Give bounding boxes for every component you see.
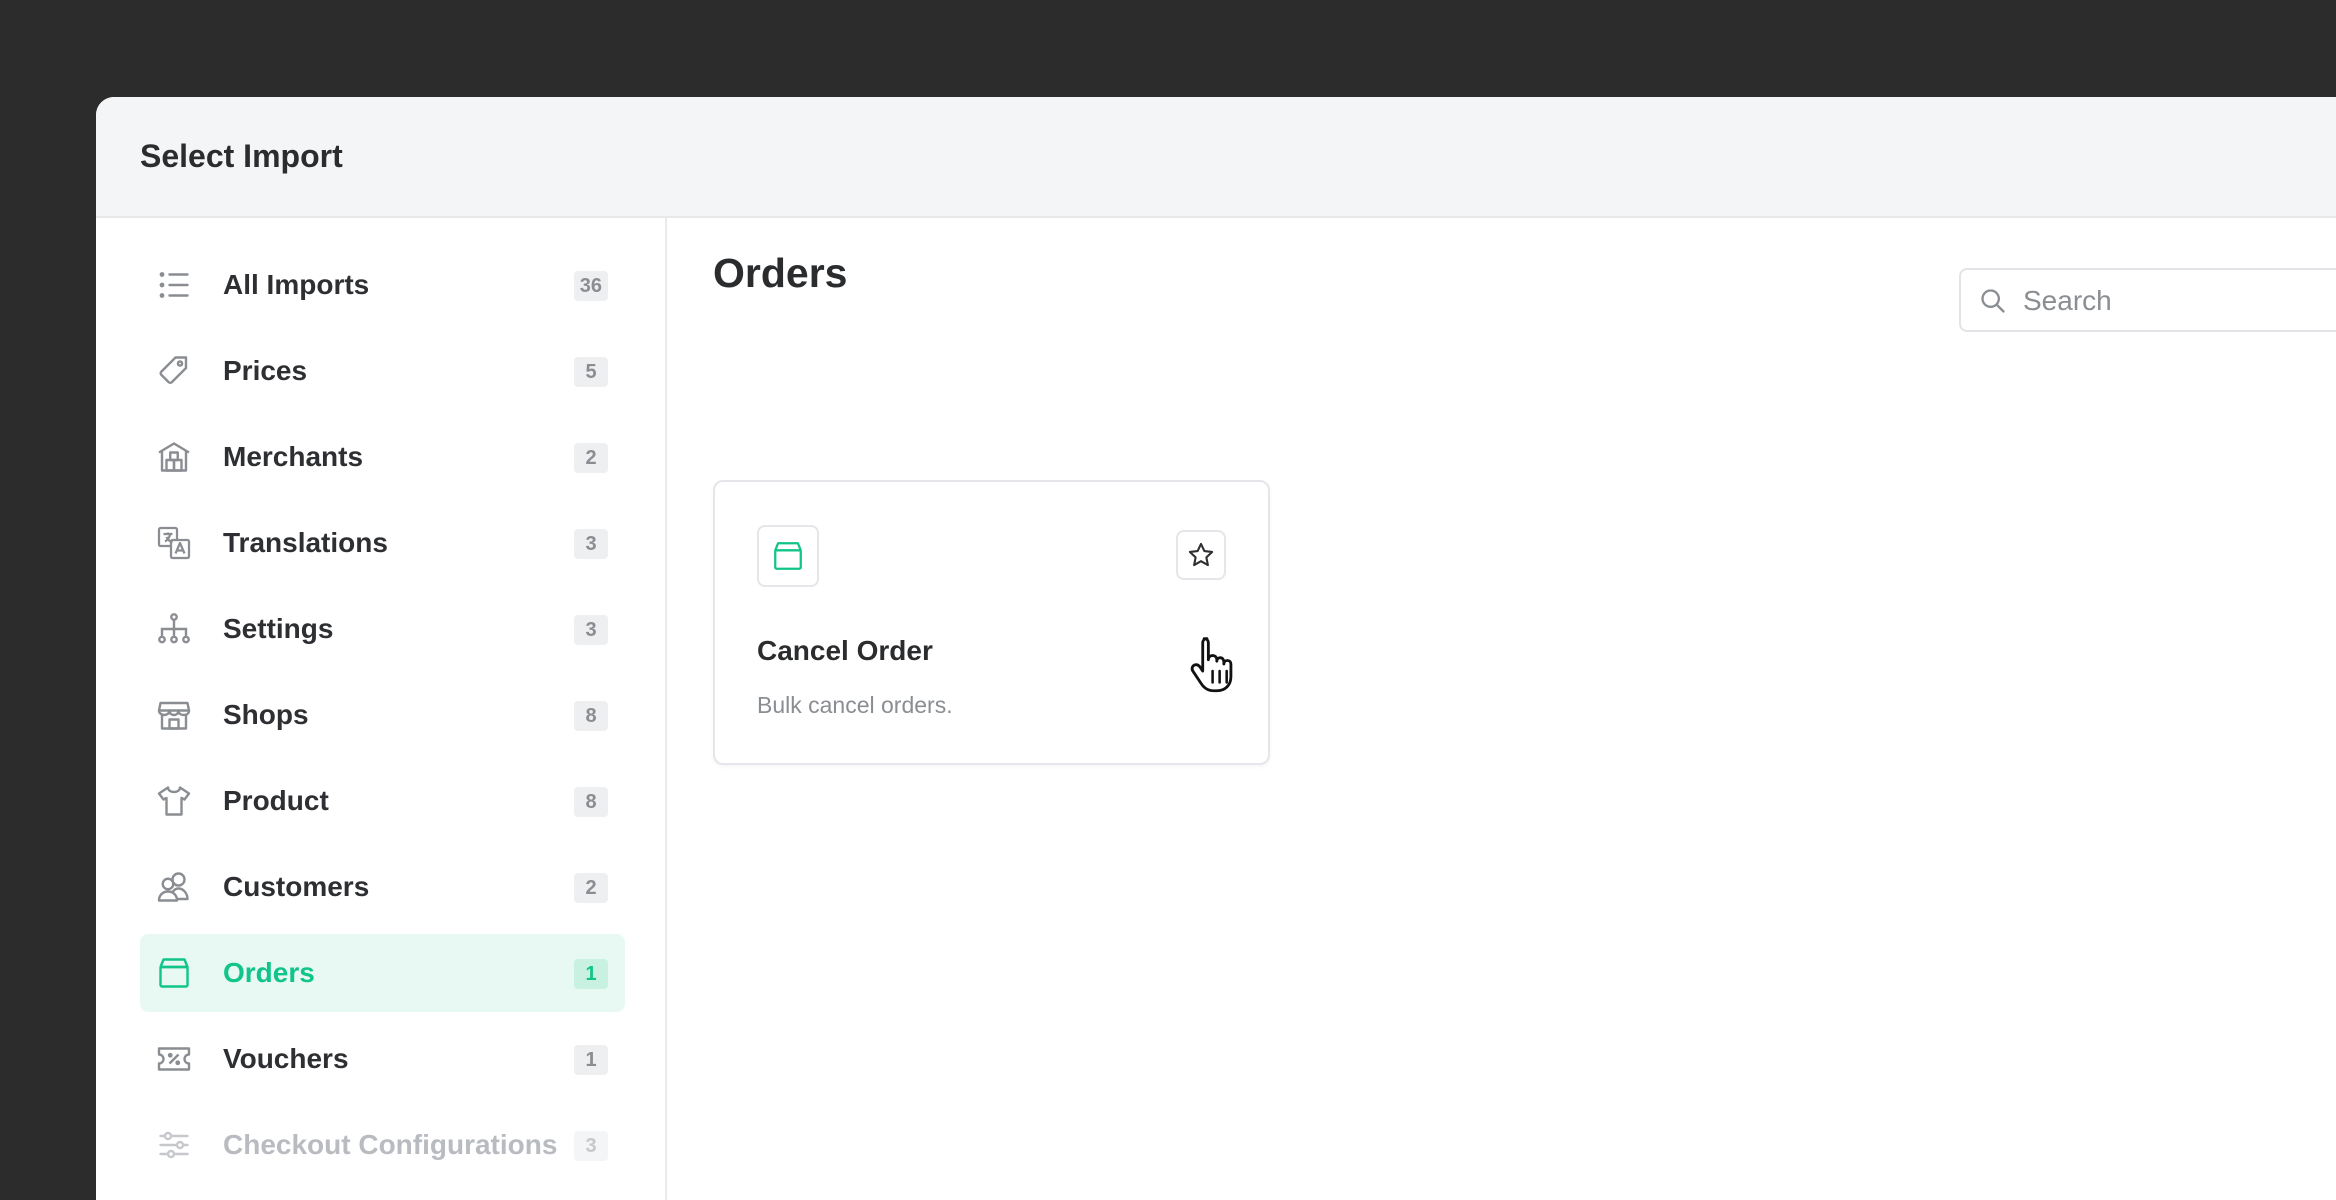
translate-icon (157, 526, 191, 560)
import-card-cancel-order[interactable]: Cancel Order Bulk cancel orders. (713, 480, 1270, 765)
count-badge: 1 (574, 1045, 608, 1075)
hand-cursor-icon (1190, 637, 1233, 693)
hierarchy-icon (158, 613, 190, 644)
card-description: Bulk cancel orders. (757, 692, 953, 718)
card-title: Cancel Order (757, 635, 933, 666)
warehouse-icon (158, 442, 190, 472)
sidebar-item-settings[interactable]: Settings 3 (140, 590, 625, 668)
modal-title: Select Import (140, 138, 343, 174)
list-icon (159, 272, 189, 298)
sidebar: All Imports 36 Prices 5 Merchants 2 Tran… (96, 218, 667, 1200)
sidebar-item-label: All Imports (223, 269, 370, 300)
sidebar-item-merchants[interactable]: Merchants 2 (140, 418, 625, 496)
count-badge: 1 (574, 959, 608, 989)
count-badge: 36 (573, 271, 608, 301)
package-icon (159, 958, 189, 988)
sidebar-item-prices[interactable]: Prices 5 (140, 332, 625, 410)
sidebar-item-orders[interactable]: Orders 1 (140, 934, 625, 1012)
sidebar-item-customers[interactable]: Customers 2 (140, 848, 625, 926)
favorite-button[interactable] (1176, 530, 1226, 580)
count-badge: 2 (574, 443, 608, 473)
sidebar-item-label: Settings (223, 613, 334, 644)
sidebar-item-product[interactable]: Product 8 (140, 762, 625, 840)
users-icon (157, 872, 189, 902)
sidebar-item-label: Translations (223, 527, 388, 558)
sidebar-item-translations[interactable]: Translations 3 (140, 504, 625, 582)
sidebar-item-label: Checkout Configurations (223, 1129, 558, 1160)
modal-header: Select Import (96, 97, 2336, 218)
shirt-icon (157, 786, 191, 816)
sidebar-item-label: Shops (223, 699, 309, 730)
sidebar-item-label: Orders (223, 957, 315, 988)
count-badge: 3 (574, 529, 608, 559)
search-input[interactable] (2023, 278, 2336, 324)
star-icon (1188, 542, 1214, 567)
tag-icon (159, 356, 188, 385)
count-badge: 8 (574, 701, 608, 731)
count-badge: 2 (574, 873, 608, 903)
section-title: Orders (713, 250, 848, 296)
count-badge: 5 (574, 357, 608, 387)
count-badge: 3 (574, 615, 608, 645)
store-icon (157, 701, 191, 730)
card-icon-box (757, 525, 819, 587)
sidebar-item-checkout-configurations[interactable]: Checkout Configurations 3 (140, 1106, 625, 1184)
sidebar-item-label: Customers (223, 871, 370, 902)
sidebar-item-label: Prices (223, 355, 308, 386)
sidebar-item-vouchers[interactable]: Vouchers 1 (140, 1020, 625, 1098)
search-box[interactable] (1959, 268, 2336, 332)
sliders-icon (159, 1131, 189, 1159)
package-icon (774, 542, 802, 570)
voucher-icon (157, 1047, 191, 1071)
sidebar-item-all-imports[interactable]: All Imports 36 (140, 246, 625, 324)
count-badge: 8 (574, 787, 608, 817)
main-content: Orders Cancel Order Bulk cancel orders. (669, 218, 2336, 1200)
count-badge: 3 (574, 1131, 608, 1161)
search-icon (1981, 289, 2005, 313)
sidebar-item-label: Product (223, 785, 329, 816)
sidebar-item-shops[interactable]: Shops 8 (140, 676, 625, 754)
sidebar-item-label: Merchants (223, 441, 364, 472)
sidebar-item-label: Vouchers (223, 1043, 349, 1074)
